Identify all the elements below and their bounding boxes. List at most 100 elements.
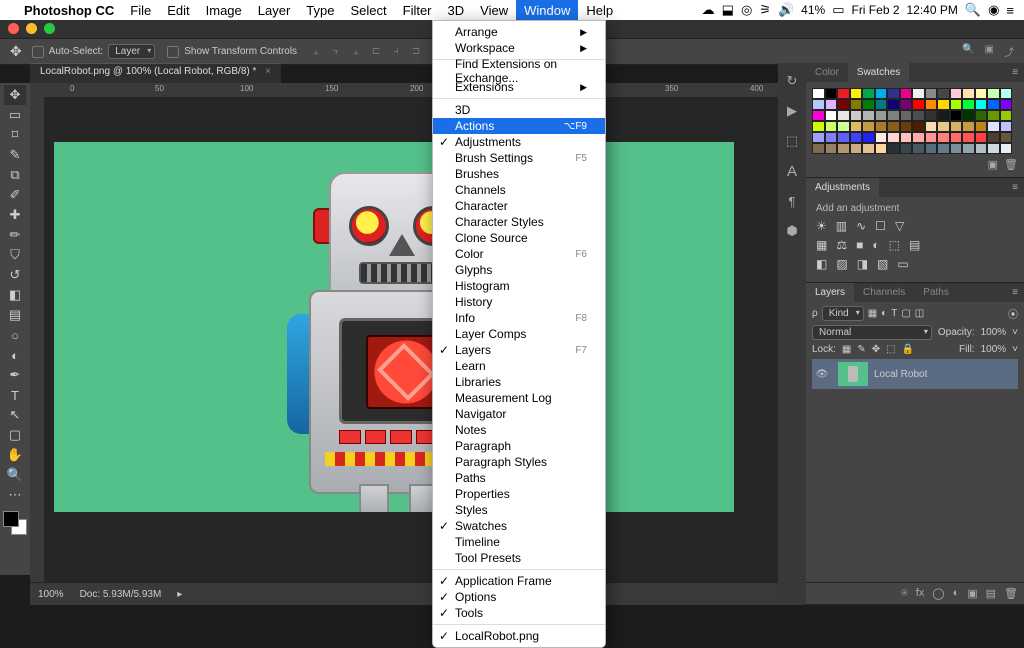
filter-pixel-icon[interactable]: ▦ <box>868 308 877 319</box>
swatch[interactable] <box>912 143 925 154</box>
align-hcenter-icon[interactable]: ⫞ <box>389 46 403 57</box>
hand-tool[interactable]: ✋ <box>4 445 26 465</box>
menu-edit[interactable]: Edit <box>159 0 197 20</box>
adj-posterize-icon[interactable]: ▨ <box>836 257 847 271</box>
swatch[interactable] <box>825 88 838 99</box>
swatch[interactable] <box>975 88 988 99</box>
workspace-icon[interactable]: ▣ <box>985 44 994 59</box>
menu-item-options[interactable]: ✓Options <box>433 589 605 605</box>
swatch[interactable] <box>987 132 1000 143</box>
volume-icon[interactable]: 🔊 <box>778 2 794 18</box>
eyedropper-tool[interactable]: ✐ <box>4 185 26 205</box>
paragraph-panel-icon[interactable]: ¶ <box>789 194 796 209</box>
swatch[interactable] <box>850 110 863 121</box>
swatch[interactable] <box>950 121 963 132</box>
tab-adjustments[interactable]: Adjustments <box>806 178 879 197</box>
swatch[interactable] <box>862 99 875 110</box>
swatch[interactable] <box>1000 99 1013 110</box>
swatch[interactable] <box>962 110 975 121</box>
swatch[interactable] <box>862 110 875 121</box>
adj-gradient-map-icon[interactable]: ▭ <box>897 257 908 271</box>
link-layers-icon[interactable]: ⍟ <box>901 587 908 600</box>
history-panel-icon[interactable]: ↻ <box>787 73 798 89</box>
swatch[interactable] <box>850 88 863 99</box>
swatch[interactable] <box>975 99 988 110</box>
adj-selective-icon[interactable]: ▧ <box>877 257 888 271</box>
swatch[interactable] <box>937 132 950 143</box>
lasso-tool[interactable]: ⌑ <box>4 125 26 145</box>
layers-menu-icon[interactable]: ≡ <box>1006 283 1024 302</box>
swatch[interactable] <box>1000 121 1013 132</box>
quick-select-tool[interactable]: ✎ <box>4 145 26 165</box>
adjustments-menu-icon[interactable]: ≡ <box>1006 178 1024 197</box>
swatch[interactable] <box>987 99 1000 110</box>
swatch[interactable] <box>875 88 888 99</box>
swatch[interactable] <box>875 121 888 132</box>
swatch[interactable] <box>875 143 888 154</box>
group-icon[interactable]: ▣ <box>967 587 977 600</box>
tab-channels[interactable]: Channels <box>854 283 914 302</box>
kind-filter-dropdown[interactable]: Kind <box>822 306 864 321</box>
swatch[interactable] <box>937 88 950 99</box>
swatch[interactable] <box>812 99 825 110</box>
swatch[interactable] <box>1000 143 1013 154</box>
adj-curves-icon[interactable]: ∿ <box>856 219 866 233</box>
adj-invert-icon[interactable]: ◧ <box>816 257 827 271</box>
doc-size[interactable]: Doc: 5.93M/5.93M <box>80 589 162 600</box>
swatch[interactable] <box>962 99 975 110</box>
swatch[interactable] <box>925 121 938 132</box>
menu-item-paragraph-styles[interactable]: Paragraph Styles <box>433 454 605 470</box>
menu-item-brushes[interactable]: Brushes <box>433 166 605 182</box>
blend-mode-dropdown[interactable]: Normal <box>812 325 932 340</box>
menu-item-learn[interactable]: Learn <box>433 358 605 374</box>
layer-thumbnail[interactable] <box>838 362 868 386</box>
swatch[interactable] <box>850 143 863 154</box>
opacity-menu-icon[interactable]: ˅ <box>1012 327 1018 338</box>
adjustment-layer-icon[interactable]: ◐ <box>953 587 960 600</box>
filter-smart-icon[interactable]: ◫ <box>915 308 924 319</box>
swatch[interactable] <box>987 110 1000 121</box>
menu-item-glyphs[interactable]: Glyphs <box>433 262 605 278</box>
menu-filter[interactable]: Filter <box>395 0 440 20</box>
swatch[interactable] <box>912 110 925 121</box>
align-vcenter-icon[interactable]: ⫟ <box>329 46 343 57</box>
menu-select[interactable]: Select <box>342 0 394 20</box>
vertical-ruler[interactable] <box>30 97 45 583</box>
show-transform-checkbox[interactable] <box>167 46 179 58</box>
swatch[interactable] <box>900 132 913 143</box>
swatch[interactable] <box>812 110 825 121</box>
wifi-icon[interactable]: ⚞ <box>759 2 771 18</box>
lock-position-icon[interactable]: ✥ <box>872 344 880 355</box>
menu-item-notes[interactable]: Notes <box>433 422 605 438</box>
swatch[interactable] <box>837 132 850 143</box>
swatch[interactable] <box>987 121 1000 132</box>
swatch[interactable] <box>975 110 988 121</box>
menu-item-extensions[interactable]: Extensions▶ <box>433 79 605 95</box>
adj-brightness-icon[interactable]: ☀ <box>816 219 827 233</box>
canvas-area[interactable] <box>44 97 778 583</box>
lock-paint-icon[interactable]: ✎ <box>857 344 865 355</box>
swatch[interactable] <box>900 88 913 99</box>
menu-item-info[interactable]: InfoF8 <box>433 310 605 326</box>
swatch[interactable] <box>962 88 975 99</box>
menu-item-swatches[interactable]: ✓Swatches <box>433 518 605 534</box>
opacity-value[interactable]: 100% <box>981 327 1007 338</box>
swatch[interactable] <box>950 88 963 99</box>
marquee-tool[interactable]: ▭ <box>4 105 26 125</box>
align-top-icon[interactable]: ⫠ <box>309 46 323 57</box>
menu-window[interactable]: Window <box>516 0 578 20</box>
lock-artboard-icon[interactable]: ⬚ <box>886 344 895 355</box>
filter-type-icon[interactable]: T <box>891 308 897 319</box>
swatch[interactable] <box>912 88 925 99</box>
swatch[interactable] <box>887 99 900 110</box>
menu-item-adjustments[interactable]: ✓Adjustments <box>433 134 605 150</box>
swatch[interactable] <box>987 88 1000 99</box>
swatch[interactable] <box>837 110 850 121</box>
swatch[interactable] <box>862 143 875 154</box>
swatch[interactable] <box>900 99 913 110</box>
swatch[interactable] <box>887 143 900 154</box>
dropbox-icon[interactable]: ⬓ <box>722 2 734 18</box>
swatch[interactable] <box>900 143 913 154</box>
adj-mixer-icon[interactable]: ⬚ <box>889 238 900 252</box>
search-icon[interactable]: 🔍 <box>962 44 974 59</box>
